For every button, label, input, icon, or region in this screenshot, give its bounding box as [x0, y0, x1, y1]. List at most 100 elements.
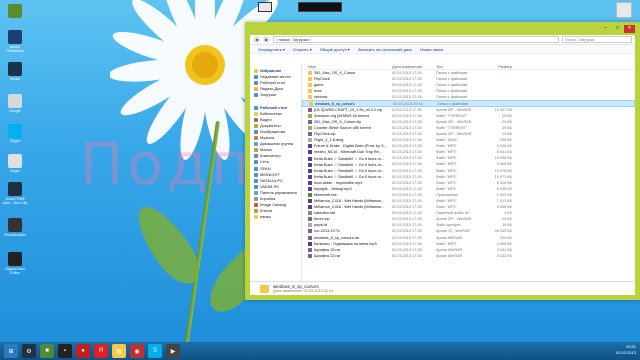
- media-icon[interactable]: ▶: [166, 344, 180, 358]
- burn-button[interactable]: Записать на оптический диск: [358, 47, 412, 52]
- search-input[interactable]: Поиск: Загрузки: [562, 36, 632, 43]
- file-size: 6 038 КБ: [496, 186, 512, 191]
- folder-icon: [254, 123, 258, 128]
- file-name-cell: FlipClock: [302, 77, 392, 82]
- minecraft-icon[interactable]: ■: [40, 344, 54, 358]
- folder-icon: [254, 215, 258, 220]
- top-app-icon[interactable]: [258, 2, 272, 12]
- file-type: Файл "MP3": [436, 144, 457, 149]
- file-date: 02.03.2013 17:28: [392, 241, 422, 246]
- file-name-cell: Шрифты 15.rar: [302, 247, 392, 252]
- file-icon: [308, 211, 312, 216]
- file-icon: [308, 247, 312, 252]
- column-size[interactable]: Размер: [482, 64, 512, 69]
- windows-icon[interactable]: ⊞: [4, 344, 18, 358]
- desktop-shortcut[interactable]: Sugar: [2, 154, 28, 173]
- address-input[interactable]: › папка › Загрузки ›: [273, 36, 559, 43]
- file-type: Архив ZIP - WinRAR: [436, 107, 472, 112]
- explorer-window: – □ ✕ ◀ ▶ › папка › Загрузки › Поиск: За…: [245, 22, 640, 300]
- file-name-cell: windows_8_xp_cursors.rar: [302, 235, 392, 240]
- desktop-shortcut[interactable]: Adobe Photoshop: [2, 30, 28, 53]
- file-row[interactable]: Шрифты 22.rar 02.03.2013 17:28 Архив WinRA…: [302, 253, 635, 259]
- close-button[interactable]: ✕: [624, 25, 635, 33]
- file-icon: [308, 83, 312, 88]
- file-size: 106 КБ: [499, 138, 512, 143]
- recycle-bin-icon[interactable]: [616, 2, 632, 18]
- file-name-cell: FlipClock.zip: [302, 131, 392, 136]
- file-type: Папка с файлами: [436, 89, 468, 94]
- new-folder-button[interactable]: Новая папка: [420, 47, 443, 52]
- column-type[interactable]: Тип: [436, 64, 482, 69]
- nav-item-label: Загрузки: [260, 92, 277, 98]
- file-size: 7 012 КБ: [496, 199, 512, 204]
- file-icon: [308, 107, 312, 112]
- skype-icon[interactable]: S: [148, 344, 162, 358]
- folder-icon: [260, 284, 269, 293]
- file-type: Архив WinRAR: [436, 235, 463, 240]
- app-icon: [8, 4, 22, 18]
- folder-icon: [254, 142, 258, 147]
- file-icon: [308, 144, 312, 149]
- desktop-shortcut[interactable]: Bigfoot Mod Editor: [2, 252, 28, 275]
- column-date[interactable]: Дата изменения: [392, 64, 436, 69]
- file-date: 02.03.2013 17:28: [392, 235, 422, 240]
- file-type: Файл "TORRENT": [436, 113, 468, 118]
- file-name: run-2013-10.7z: [314, 229, 340, 234]
- file-name: game: [314, 83, 324, 88]
- column-name[interactable]: Имя: [302, 64, 392, 69]
- desktop-shortcut[interactable]: Grand Theft Auto - Vice City: [2, 182, 28, 205]
- file-name-cell: Шрифты 22.rar: [302, 253, 392, 258]
- shortcut-label: Sugar: [10, 169, 20, 173]
- record-icon[interactable]: ●: [76, 344, 90, 358]
- top-app-icon[interactable]: [298, 2, 342, 12]
- desktop-shortcut[interactable]: PhotoModeler: [2, 218, 28, 237]
- file-size: 3 142 КБ: [496, 253, 512, 258]
- file-name-cell: Калиныч - Подпишись на меня.mp3: [302, 241, 392, 246]
- file-name-cell: Future & Drake - Digital Dash (Prod. by …: [302, 144, 392, 149]
- file-icon: [308, 186, 312, 191]
- bandicam-icon[interactable]: ◉: [130, 344, 144, 358]
- desktop-shortcut[interactable]: Google: [2, 94, 28, 113]
- terminal-icon[interactable]: ▪: [58, 344, 72, 358]
- back-button[interactable]: ◀: [253, 36, 260, 43]
- file-icon: [308, 113, 312, 118]
- file-name-cell: linux: [302, 89, 392, 94]
- file-name: linux-aidan - Impossible.mp3: [314, 180, 363, 185]
- file-size: 10 407 КБ: [494, 107, 512, 112]
- desktop-shortcut[interactable]: Steam: [2, 62, 28, 81]
- file-date: 02.03.2013 17:28: [392, 162, 422, 167]
- file-name: Future & Drake - Digital Dash (Prod. by …: [314, 144, 387, 149]
- file-name-cell: linux-aidan - Impossible.mp3: [302, 180, 392, 185]
- file-name-cell: Counter-Strike Source v85 torrent: [302, 125, 392, 130]
- navigation-pane: Избранное Недавние места Рабочий стол Яндек…: [250, 64, 302, 281]
- file-type: Папка с файлами: [436, 71, 468, 76]
- file-name: pepsi.ttf: [314, 223, 328, 228]
- title-bar[interactable]: – □ ✕: [250, 25, 635, 35]
- app-icon: [8, 218, 22, 232]
- file-date: 02.03.2013 17:28: [392, 113, 422, 118]
- file-date: 02.03.2013 17:28: [392, 83, 422, 88]
- folder-icon: [254, 93, 258, 98]
- explorer-icon[interactable]: ▤: [112, 344, 126, 358]
- forward-button[interactable]: ▶: [263, 36, 270, 43]
- file-type: Архив ZIP - WinRAR: [436, 119, 472, 124]
- open-button[interactable]: Открыть ▾: [293, 47, 312, 52]
- file-icon: [309, 101, 313, 106]
- file-type: Файл "MP3": [436, 199, 457, 204]
- file-date: 02.03.2013 17:28: [392, 192, 422, 197]
- nav-item[interactable]: папка: [250, 214, 301, 220]
- file-size: 26 033 КБ: [494, 229, 512, 234]
- organize-button[interactable]: Упорядочить ▾: [258, 47, 285, 52]
- file-size: 29 КБ: [502, 125, 512, 130]
- steam-icon[interactable]: ⚙: [22, 344, 36, 358]
- desktop-shortcut[interactable]: [2, 4, 28, 19]
- minimize-button[interactable]: –: [600, 25, 611, 33]
- file-icon: [308, 199, 312, 204]
- share-button[interactable]: Общий доступ ▾: [320, 47, 350, 52]
- maximize-button[interactable]: □: [612, 25, 623, 33]
- desktop-shortcut[interactable]: Skype: [2, 124, 28, 143]
- yandex-icon[interactable]: Я: [94, 344, 108, 358]
- file-type: Файл "DMG": [436, 138, 458, 143]
- file-name: [LB.3]-WEB-CRAFT_19_1.9b_v0.2.2.zip: [314, 107, 382, 112]
- system-tray-clock[interactable]: 20:51 02.03.2013: [616, 344, 636, 356]
